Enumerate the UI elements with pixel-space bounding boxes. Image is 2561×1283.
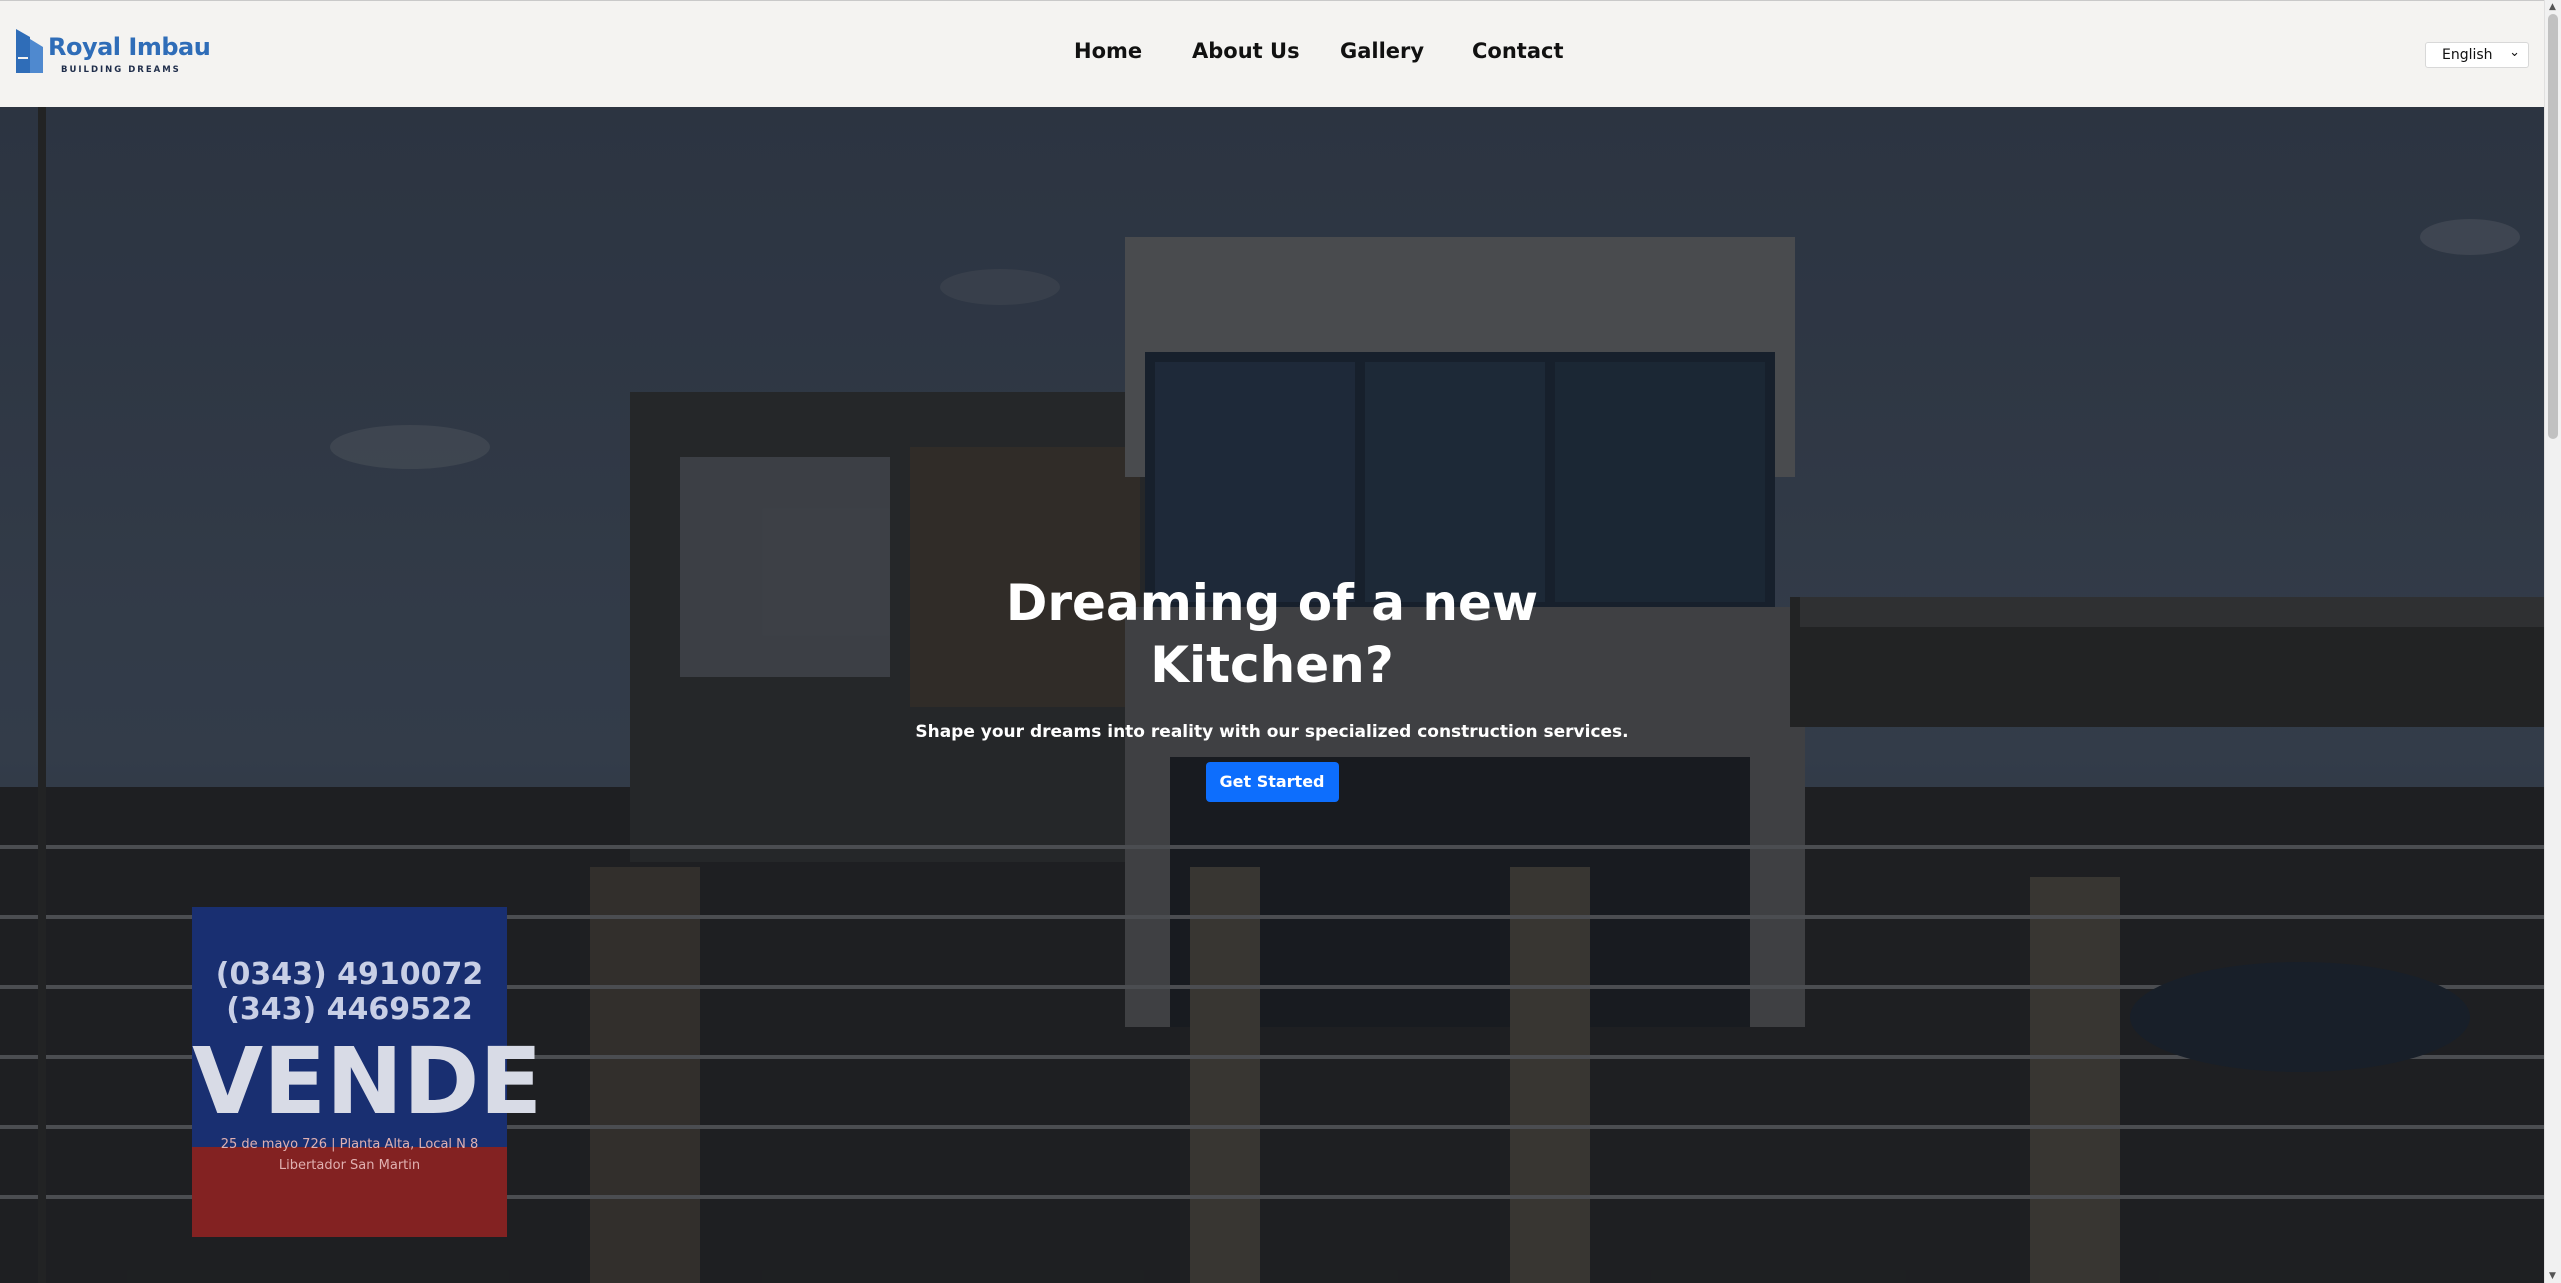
brand-tagline: BUILDING DREAMS (61, 65, 181, 75)
chevron-down-icon: ⌄ (2509, 45, 2520, 60)
page-scrollbar[interactable]: ▲ ▼ (2544, 0, 2561, 1283)
brand-name: Royal Imbau (48, 33, 211, 61)
building-logo-icon (16, 29, 43, 73)
language-select[interactable]: English ⌄ (2425, 42, 2529, 68)
nav-contact[interactable]: Contact (1472, 39, 1564, 63)
sign-city: Libertador San Martin (278, 1158, 421, 1173)
get-started-button[interactable]: Get Started (1205, 762, 1339, 802)
sign-word: VENDE (192, 1028, 543, 1135)
sign-phone-1: (0343) 4910072 (215, 957, 484, 992)
hero-subtitle: Shape your dreams into reality with our … (915, 722, 1629, 742)
sign-address: 25 de mayo 726 | Planta Alta, Local N 8 (220, 1137, 479, 1152)
sign-phone-2: (343) 4469522 (226, 992, 473, 1027)
hero-section: (0343) 4910072 (343) 4469522 VENDE 25 de… (0, 107, 2544, 1283)
site-header: Royal Imbau BUILDING DREAMS Home About U… (0, 0, 2544, 107)
hero-content: Dreaming of a new Kitchen? Shape your dr… (0, 572, 2544, 802)
nav-gallery[interactable]: Gallery (1340, 39, 1424, 63)
brand-logo[interactable]: Royal Imbau BUILDING DREAMS (14, 27, 211, 77)
nav-about-us[interactable]: About Us (1192, 39, 1300, 63)
sale-sign: (0343) 4910072 (343) 4469522 VENDE 25 de… (192, 907, 543, 1237)
nav-home[interactable]: Home (1074, 39, 1142, 63)
hero-title: Dreaming of a new Kitchen? (1005, 574, 1539, 694)
scroll-down-arrow-icon[interactable]: ▼ (2549, 1271, 2556, 1281)
language-selected: English (2442, 47, 2493, 63)
scrollbar-thumb[interactable] (2548, 14, 2558, 439)
scroll-up-arrow-icon[interactable]: ▲ (2549, 2, 2556, 12)
